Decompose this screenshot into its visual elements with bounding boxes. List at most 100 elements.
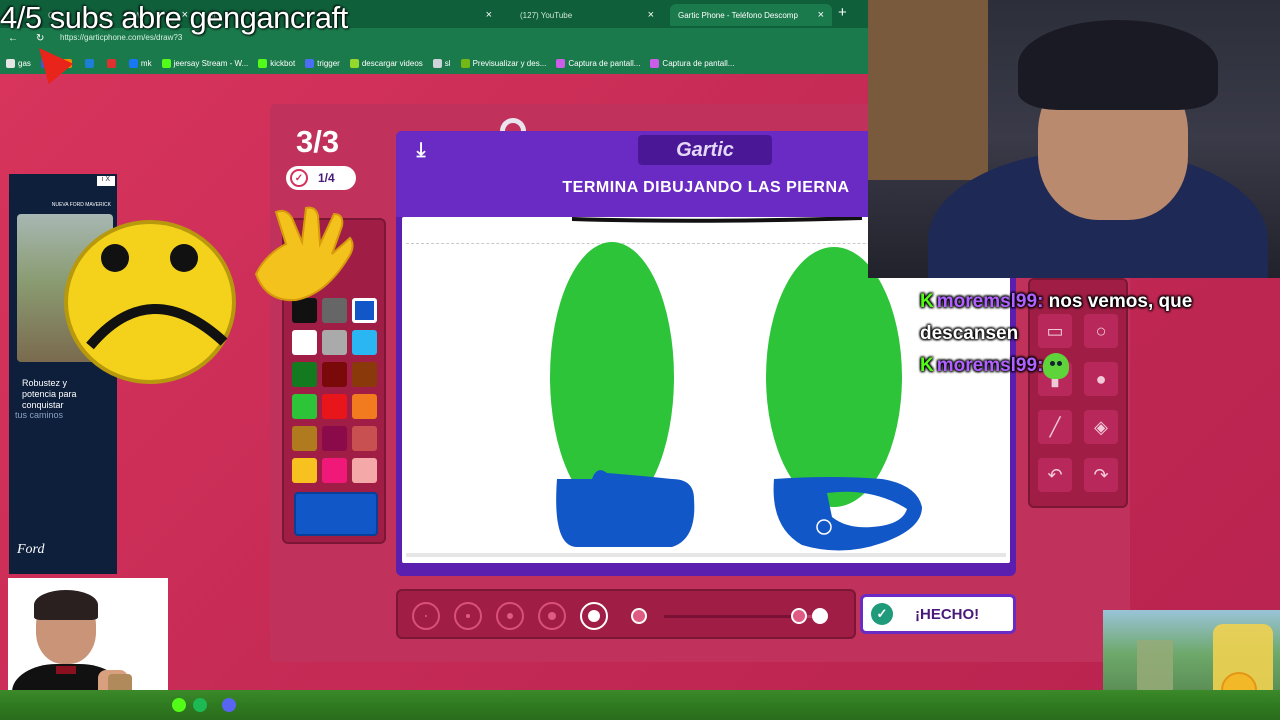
taskbar: [0, 690, 1280, 720]
right-shoe: [773, 477, 922, 551]
brush-size-button[interactable]: [580, 602, 608, 630]
drawing-tool-icon[interactable]: ╱: [1038, 410, 1072, 444]
color-swatch[interactable]: [322, 426, 347, 451]
spotify-taskbar-icon[interactable]: [193, 698, 207, 712]
bookmark-item[interactable]: Previsualizar y des...: [460, 58, 546, 68]
ad-subline: tus caminos: [15, 410, 64, 420]
bookmark-icon: [84, 58, 94, 68]
bookmark-item[interactable]: Captura de pantall...: [650, 58, 735, 68]
color-swatch[interactable]: [322, 458, 347, 483]
bookmark-icon: [556, 58, 566, 68]
bookmark-label: Captura de pantall...: [662, 58, 735, 68]
current-color: [294, 492, 378, 536]
drawing-tool-icon[interactable]: ↷: [1084, 458, 1118, 492]
brush-size-dot: [425, 615, 427, 617]
bookmark-item[interactable]: kickbot: [258, 58, 296, 68]
ghost-emote-icon: [1043, 352, 1070, 379]
color-swatch[interactable]: [322, 394, 347, 419]
new-tab-icon[interactable]: +: [838, 4, 847, 21]
streamer-webcam: [868, 0, 1280, 278]
kick-badge-icon: K: [920, 291, 934, 312]
tab-label: (127) YouTube: [520, 10, 573, 20]
close-tab-icon[interactable]: ×: [486, 9, 492, 21]
left-shoe: [556, 470, 695, 547]
browser-tab[interactable]: Gartic Phone - Teléfono Descomp ×: [670, 4, 832, 26]
bookmark-icon: [650, 58, 660, 68]
done-label: ¡HECHO!: [915, 605, 980, 623]
bookmark-item[interactable]: [84, 58, 97, 68]
opacity-knob[interactable]: [791, 608, 807, 624]
close-tab-icon[interactable]: ×: [648, 9, 654, 21]
tab-label: Gartic Phone - Teléfono Descomp: [678, 10, 798, 20]
bookmark-label: Captura de pantall...: [568, 58, 641, 68]
opacity-max-indicator: [812, 608, 828, 624]
color-swatch[interactable]: [352, 362, 377, 387]
bookmark-item[interactable]: sl: [432, 58, 451, 68]
bookmark-item[interactable]: mk: [128, 58, 152, 68]
brush-size-button[interactable]: [412, 602, 440, 630]
gartic-logo: Gartic: [638, 135, 772, 165]
bookmark-label: kickbot: [270, 58, 296, 68]
brush-size-dot: [507, 613, 513, 619]
waving-hand-icon: [254, 206, 354, 302]
right-leg: [766, 247, 902, 507]
round-counter: 3/3: [296, 124, 340, 159]
chat-username: moremsl99:: [936, 355, 1044, 376]
screen: i X NUEVA FORD MAVERICK Robustez y poten…: [0, 0, 1280, 720]
bookmark-item[interactable]: jeersay Stream - W...: [161, 58, 249, 68]
canvas-edge: [406, 553, 1006, 557]
stream-overlay-title: 4/5 subs abre gengancraft: [0, 0, 348, 35]
drawing-tool-icon[interactable]: ↶: [1038, 458, 1072, 492]
bookmark-item[interactable]: Captura de pantall...: [556, 58, 641, 68]
discord-taskbar-icon[interactable]: [222, 698, 236, 712]
bookmark-icon: [432, 58, 442, 68]
brush-size-button[interactable]: [496, 602, 524, 630]
bookmark-item[interactable]: trigger: [305, 58, 340, 68]
close-tab-icon[interactable]: ×: [818, 9, 824, 21]
bookmarks-bar: gas mk jeersay Stream - W... kickbot trigger…: [0, 52, 868, 74]
color-swatch[interactable]: [352, 394, 377, 419]
browser-tab[interactable]: (127) YouTube ×: [512, 4, 662, 26]
brush-size-button[interactable]: [538, 602, 566, 630]
color-swatch[interactable]: [352, 458, 377, 483]
ad-brand: NUEVA FORD MAVERICK: [51, 202, 111, 208]
bookmark-item[interactable]: descargar videos: [349, 58, 423, 68]
chat-message: Kmoremsl99:: [920, 350, 1230, 382]
kick-taskbar-icon[interactable]: [172, 698, 186, 712]
bookmark-icon: [6, 58, 15, 68]
kick-badge-icon: K: [920, 355, 934, 376]
bookmark-icon: [305, 58, 315, 68]
check-icon: ✓: [290, 169, 308, 187]
ford-logo: Ford: [17, 542, 45, 557]
color-swatch[interactable]: [352, 330, 377, 355]
webcam-background: [868, 0, 988, 180]
brush-size-dot: [548, 612, 556, 620]
color-swatch[interactable]: [322, 362, 347, 387]
bookmark-item[interactable]: [106, 58, 119, 68]
download-icon[interactable]: ⤓: [408, 139, 434, 165]
bookmark-label: mk: [140, 58, 152, 68]
brush-size-button[interactable]: [454, 602, 482, 630]
color-swatch[interactable]: [322, 330, 347, 355]
done-check-icon: ✓: [871, 603, 893, 625]
bookmark-label: sl: [444, 58, 451, 68]
bookmark-label: jeersay Stream - W...: [173, 58, 249, 68]
color-swatch[interactable]: [292, 362, 317, 387]
progress-label: 1/4: [318, 171, 335, 185]
color-swatch[interactable]: [292, 394, 317, 419]
color-swatch[interactable]: [292, 330, 317, 355]
color-swatch[interactable]: [292, 458, 317, 483]
color-swatch[interactable]: [352, 426, 377, 451]
progress-pill: ✓ 1/4: [286, 166, 356, 190]
left-leg: [550, 242, 674, 512]
webcam-bandana: [1018, 20, 1218, 110]
drawing-tool-icon[interactable]: ◈: [1084, 410, 1118, 444]
chat-message: Kmoremsl99: nos vemos, que descansen: [920, 286, 1230, 350]
ad-info-icon[interactable]: i X: [97, 176, 115, 186]
bookmark-icon: [349, 58, 359, 68]
done-button[interactable]: ✓ ¡HECHO!: [860, 594, 1016, 634]
bookmark-label: trigger: [317, 58, 340, 68]
bookmark-icon: [128, 58, 138, 68]
color-swatch[interactable]: [292, 426, 317, 451]
opacity-min-knob[interactable]: [631, 608, 647, 624]
